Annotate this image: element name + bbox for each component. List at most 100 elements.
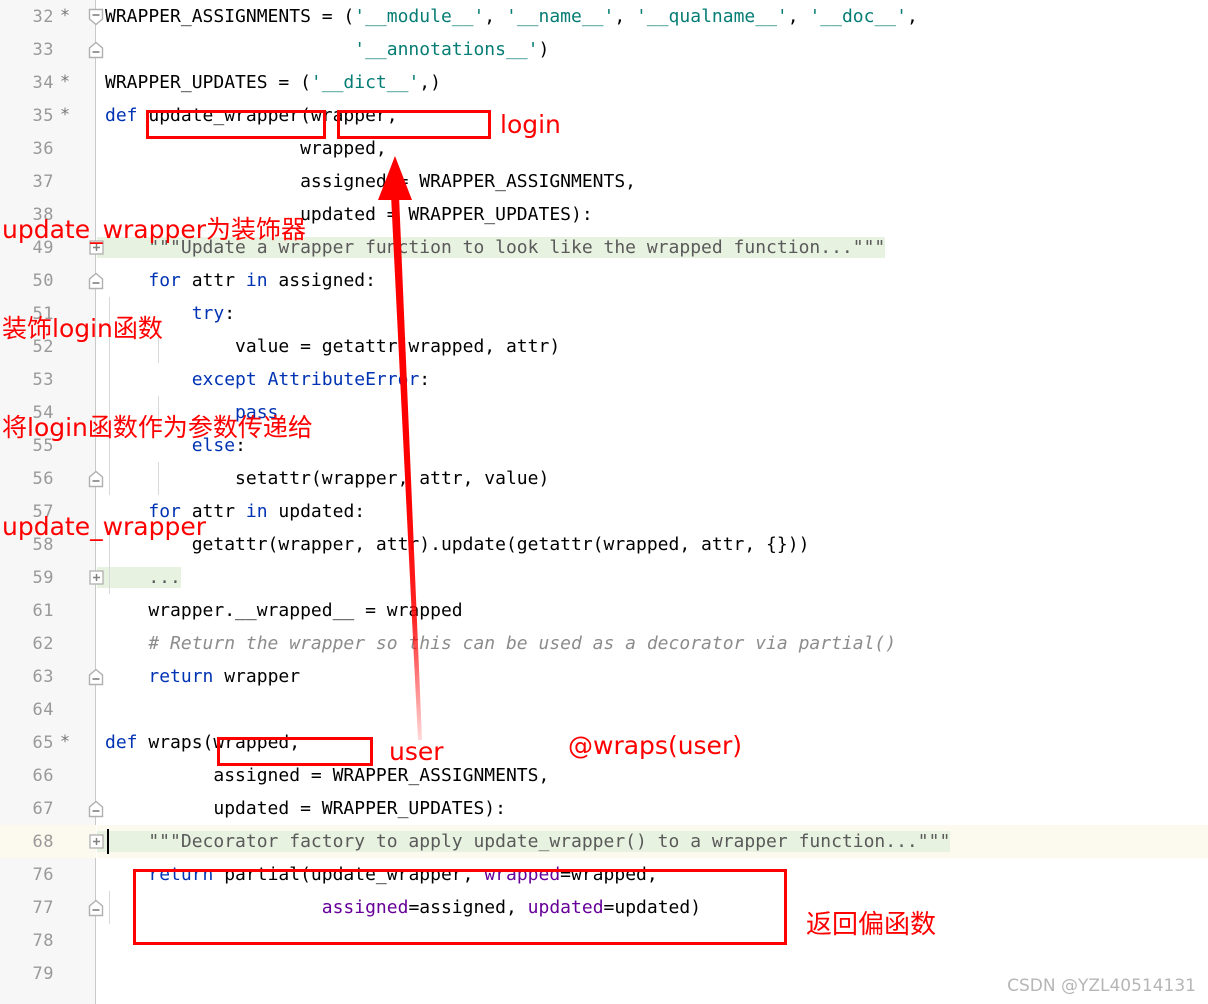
chinese-note-line-1: update_wrapper为装饰器 bbox=[2, 215, 307, 244]
chinese-note-line-3: 将login函数作为参数传递给 bbox=[2, 413, 313, 442]
gutter-line-76[interactable]: 76 bbox=[0, 858, 96, 891]
token-kw: return bbox=[148, 864, 225, 885]
gutter-line-68[interactable]: 68 bbox=[0, 825, 96, 858]
gutter-line-67[interactable]: 67 bbox=[0, 792, 96, 825]
vcs-modified-marker: * bbox=[59, 72, 71, 92]
code-line-text: def update_wrapper(wrapper, bbox=[97, 105, 398, 126]
line-number: 65 bbox=[32, 732, 54, 753]
code-line-32[interactable]: WRAPPER_ASSIGNMENTS = ('__module__', '__… bbox=[97, 0, 1208, 33]
token-doc: """Decorator factory to apply update_wra… bbox=[105, 831, 951, 852]
token-plain: =assigned, bbox=[408, 897, 528, 918]
code-line-text: updated = WRAPPER_UPDATES): bbox=[97, 798, 506, 819]
annotation-user-label: user bbox=[389, 737, 444, 766]
token-plain: update_wrapper(wrapper, bbox=[148, 105, 398, 126]
fold-toggle-icon[interactable] bbox=[85, 33, 107, 66]
token-cmt: # Return the wrapper so this can be used… bbox=[105, 633, 897, 654]
token-kwarg: wrapped bbox=[484, 864, 561, 885]
code-line-66[interactable]: assigned = WRAPPER_ASSIGNMENTS, bbox=[97, 759, 1208, 792]
token-plain: WRAPPER_ASSIGNMENTS = ( bbox=[105, 6, 355, 27]
code-line-35[interactable]: def update_wrapper(wrapper, bbox=[97, 99, 1208, 132]
code-line-64[interactable] bbox=[97, 693, 1208, 726]
line-number: 63 bbox=[32, 666, 54, 687]
line-number: 33 bbox=[32, 39, 54, 60]
fold-toggle-icon[interactable] bbox=[85, 891, 107, 924]
gutter-line-35[interactable]: 35 * bbox=[0, 99, 96, 132]
gutter-line-77[interactable]: 77 bbox=[0, 891, 96, 924]
gutter-line-62[interactable]: 62 bbox=[0, 627, 96, 660]
token-plain: partial(update_wrapper, bbox=[224, 864, 485, 885]
vcs-modified-marker: * bbox=[59, 6, 71, 26]
token-plain: : bbox=[419, 369, 431, 390]
gutter-line-66[interactable]: 66 bbox=[0, 759, 96, 792]
code-line-62[interactable]: # Return the wrapper so this can be used… bbox=[97, 627, 1208, 660]
token-plain: assigned = WRAPPER_ASSIGNMENTS, bbox=[105, 765, 550, 786]
token-plain: , bbox=[614, 6, 637, 27]
code-line-text: WRAPPER_UPDATES = ('__dict__',) bbox=[97, 72, 441, 93]
token-plain: =updated) bbox=[603, 897, 702, 918]
annotation-login-label: login bbox=[500, 110, 561, 139]
vcs-modified-marker: * bbox=[59, 105, 71, 125]
fold-toggle-icon[interactable] bbox=[85, 660, 107, 693]
code-line-33[interactable]: '__annotations__') bbox=[97, 33, 1208, 66]
code-line-text: WRAPPER_ASSIGNMENTS = ('__module__', '__… bbox=[97, 6, 918, 27]
gutter-line-33[interactable]: 33 bbox=[0, 33, 96, 66]
token-plain: ,) bbox=[419, 72, 441, 93]
token-plain: wrapper bbox=[224, 666, 301, 687]
chinese-note-line-2: 装饰login函数 bbox=[2, 314, 163, 343]
code-line-text: assigned=assigned, updated=updated) bbox=[97, 897, 701, 918]
code-line-77[interactable]: assigned=assigned, updated=updated) bbox=[97, 891, 1208, 924]
gutter-line-79[interactable]: 79 bbox=[0, 957, 96, 990]
annotation-return-partial-label: 返回偏函数 bbox=[806, 910, 937, 940]
token-kw: def bbox=[105, 732, 149, 753]
token-str: '__annotations__' bbox=[354, 39, 539, 60]
line-number: 79 bbox=[32, 963, 54, 984]
gutter-line-65[interactable]: 65 * bbox=[0, 726, 96, 759]
gutter-line-32[interactable]: 32 * bbox=[0, 0, 96, 33]
code-line-34[interactable]: WRAPPER_UPDATES = ('__dict__',) bbox=[97, 66, 1208, 99]
token-plain: wraps(wrapped, bbox=[148, 732, 301, 753]
code-line-68[interactable]: """Decorator factory to apply update_wra… bbox=[97, 825, 1208, 858]
gutter-line-78[interactable]: 78 bbox=[0, 924, 96, 957]
token-plain: , bbox=[484, 6, 506, 27]
annotation-wraps-user-label: @wraps(user) bbox=[568, 731, 742, 760]
vcs-modified-marker: * bbox=[59, 732, 71, 752]
code-line-63[interactable]: return wrapper bbox=[97, 660, 1208, 693]
line-number: 67 bbox=[32, 798, 54, 819]
code-line-76[interactable]: return partial(update_wrapper, wrapped=w… bbox=[97, 858, 1208, 891]
token-kw: return bbox=[148, 666, 225, 687]
chinese-note-line-4: update_wrapper bbox=[2, 512, 207, 541]
code-line-67[interactable]: updated = WRAPPER_UPDATES): bbox=[97, 792, 1208, 825]
code-editor-screenshot: WRAPPER_ASSIGNMENTS = ('__module__', '__… bbox=[0, 0, 1208, 1004]
token-plain: WRAPPER_UPDATES = ( bbox=[105, 72, 311, 93]
line-number: 64 bbox=[32, 699, 54, 720]
line-number: 68 bbox=[32, 831, 54, 852]
indent-guide bbox=[109, 891, 110, 924]
code-line-text: '__annotations__') bbox=[97, 39, 549, 60]
text-caret bbox=[107, 829, 109, 854]
token-str: '__doc__' bbox=[809, 6, 907, 27]
gutter-line-63[interactable]: 63 bbox=[0, 660, 96, 693]
code-line-text: return wrapper bbox=[97, 666, 300, 687]
code-line-text: def wraps(wrapped, bbox=[97, 732, 300, 753]
line-number: 78 bbox=[32, 930, 54, 951]
gutter-line-64[interactable]: 64 bbox=[0, 693, 96, 726]
token-str: '__qualname__' bbox=[636, 6, 788, 27]
code-line-text: """Decorator factory to apply update_wra… bbox=[97, 831, 951, 852]
fold-toggle-icon[interactable] bbox=[85, 0, 107, 33]
line-number: 77 bbox=[32, 897, 54, 918]
token-kw: def bbox=[105, 105, 149, 126]
csdn-watermark: CSDN @YZL40514131 bbox=[1007, 976, 1196, 996]
fold-toggle-icon[interactable] bbox=[85, 825, 107, 858]
code-line-text: return partial(update_wrapper, wrapped=w… bbox=[97, 864, 657, 885]
token-kwarg: assigned bbox=[321, 897, 409, 918]
token-str: '__dict__' bbox=[310, 72, 420, 93]
gutter-line-34[interactable]: 34 * bbox=[0, 66, 96, 99]
fold-toggle-icon[interactable] bbox=[85, 792, 107, 825]
code-line-text: # Return the wrapper so this can be used… bbox=[97, 633, 896, 654]
code-line-78[interactable] bbox=[97, 924, 1208, 957]
line-number: 34 bbox=[32, 72, 54, 93]
